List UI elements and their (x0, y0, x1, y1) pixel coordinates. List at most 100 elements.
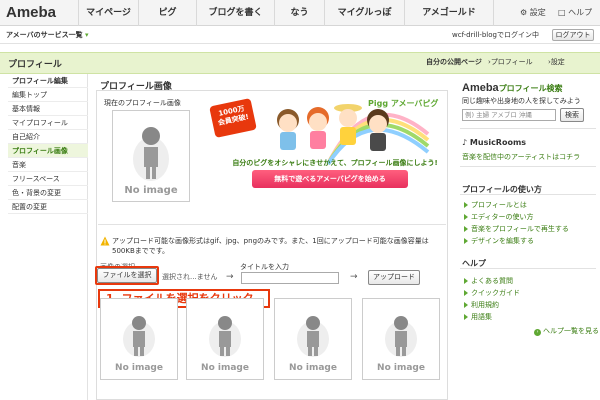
image-slot-3[interactable]: No image (274, 298, 352, 380)
sidebar-heading: プロフィール編集 (8, 74, 88, 88)
gear-icon: ⚙ (520, 8, 528, 17)
nav-write-blog[interactable]: ブログを書く (196, 0, 274, 26)
profile-link[interactable]: ›プロフィール (488, 57, 533, 67)
settings-link[interactable]: ⚙ 設定 (520, 0, 546, 26)
bullet-arrow-icon (464, 314, 468, 320)
title-input[interactable] (241, 272, 339, 284)
no-image-text: No image (124, 185, 178, 196)
nav-pigg[interactable]: ピグ (138, 0, 196, 26)
settings-band-link[interactable]: ›設定 (548, 57, 565, 67)
sidebar-item-basic-info[interactable]: 基本情報 (8, 102, 88, 116)
sidebar-item-profile-image[interactable]: プロフィール画像 (8, 144, 88, 158)
no-image-text: No image (377, 363, 425, 373)
no-image-text: No image (289, 363, 337, 373)
public-page-link[interactable]: 自分の公開ページ (426, 57, 482, 67)
howto-link-1-label: プロフィールとは (471, 201, 527, 209)
sidebar-item-layout[interactable]: 配置の変更 (8, 200, 88, 214)
banner-caption: 自分のピグをオシャレにきせかえて、プロフィール画像にしよう! (232, 159, 438, 167)
bullet-arrow-icon (464, 202, 468, 208)
bullet-arrow-icon (464, 278, 468, 284)
profile-search-title: Amebaプロフィール検索 (462, 82, 563, 94)
help-link-2[interactable]: クイックガイド (464, 288, 520, 298)
file-button-highlight (95, 266, 159, 285)
howto-link-2-label: エディターの使い方 (471, 213, 534, 221)
title-input-label: タイトルを入力 (240, 263, 289, 271)
start-pigg-button[interactable]: 無料で遊べるアメーバピグを始める (252, 170, 408, 188)
search-description: 同じ趣味や出身地の人を探してみよう (462, 97, 581, 105)
help-label: ヘルプ (568, 8, 593, 17)
howto-link-4-label: デザインを編集する (471, 237, 534, 245)
help-link-4[interactable]: 用語集 (464, 312, 492, 322)
settings-label: 設定 (529, 8, 546, 17)
bullet-arrow-icon (464, 214, 468, 220)
divider (460, 194, 596, 195)
help-link-3-label: 利用規約 (471, 301, 499, 309)
logout-button[interactable]: ログアウト (552, 29, 594, 41)
arrow-right-icon: → (350, 272, 358, 282)
help-link-1[interactable]: よくある質問 (464, 276, 513, 286)
howto-link-4[interactable]: デザインを編集する (464, 236, 534, 246)
search-title-brand: Ameba (462, 82, 499, 94)
sidebar-item-my-profile[interactable]: マイプロフィール (8, 116, 88, 130)
no-file-selected-text: 選択され...ません (162, 273, 218, 281)
help-list-label: ヘルプ一覧を見る (543, 327, 599, 335)
nav-ameba-gold[interactable]: アメゴールド (404, 0, 494, 26)
sidebar-item-self-intro[interactable]: 自己紹介 (8, 130, 88, 144)
upload-notice: アップロード可能な画像形式はgif、jpg、pngのみです。また、1回にアップロ… (112, 237, 429, 255)
help-link[interactable]: □ ヘルプ (558, 0, 592, 26)
howto-link-2[interactable]: エディターの使い方 (464, 212, 534, 222)
person-placeholder-icon (209, 316, 241, 357)
person-placeholder-icon (133, 127, 169, 181)
profile-link-label: プロフィール (490, 58, 533, 66)
sidebar-item-music[interactable]: 音楽 (8, 158, 88, 172)
services-menu[interactable]: アメーバのサービス一覧 ▾ (6, 29, 89, 41)
section-title: プロフィール (8, 60, 62, 70)
help-link-4-label: 用語集 (471, 313, 492, 321)
ameba-logo[interactable]: Ameba (6, 4, 56, 21)
sidebar-item-free-space[interactable]: フリースペース (8, 172, 88, 186)
circle-arrow-icon: › (534, 329, 541, 336)
divider (460, 166, 596, 167)
bullet-arrow-icon (464, 290, 468, 296)
settings-band-label: 設定 (550, 58, 565, 66)
howto-link-3-label: 音楽をプロフィールで再生する (471, 225, 569, 233)
divider (460, 268, 596, 269)
help-link-1-label: よくある質問 (471, 277, 513, 285)
current-image-label: 現在のプロフィール画像 (104, 99, 181, 107)
image-slot-4[interactable]: No image (362, 298, 440, 380)
image-slot-1[interactable]: No image (100, 298, 178, 380)
nav-mypage[interactable]: マイページ (78, 0, 138, 26)
help-link-2-label: クイックガイド (471, 289, 520, 297)
sidebar-item-edit-top[interactable]: 編集トップ (8, 88, 88, 102)
search-title-rest: プロフィール検索 (498, 84, 563, 93)
sidebar-item-color-bg[interactable]: 色・背景の変更 (8, 186, 88, 200)
bullet-arrow-icon (464, 226, 468, 232)
divider (460, 128, 596, 129)
person-placeholder-icon (123, 316, 155, 357)
howto-link-3[interactable]: 音楽をプロフィールで再生する (464, 224, 569, 234)
music-rooms-title: ♪ MusicRooms (462, 138, 526, 147)
person-placeholder-icon (385, 316, 417, 357)
no-image-text: No image (115, 363, 163, 373)
profile-search-input[interactable]: 例) 主婦 アメブロ 沖縄 (462, 109, 556, 121)
music-note-icon: ♪ (462, 138, 468, 147)
nav-my-group[interactable]: マイグルっぽ (324, 0, 404, 26)
pigg-logo: Pigg アメーバピグ (368, 99, 439, 108)
nav-now[interactable]: なう (274, 0, 324, 26)
current-profile-image: No image (112, 110, 190, 202)
bullet-arrow-icon (464, 302, 468, 308)
help-list-link[interactable]: › ヘルプ一覧を見る (534, 326, 599, 336)
dropdown-arrow-icon: ▾ (85, 31, 89, 39)
no-image-text: No image (201, 363, 249, 373)
help-icon: □ (558, 8, 566, 17)
music-artists-link[interactable]: 音楽を配信中のアーティストはコチラ (462, 152, 580, 162)
help-link-3[interactable]: 利用規約 (464, 300, 499, 310)
image-slot-2[interactable]: No image (186, 298, 264, 380)
login-status: wcf-drill-blogでログイン中 (452, 31, 539, 39)
upload-button[interactable]: アップロード (368, 270, 420, 285)
howto-link-1[interactable]: プロフィールとは (464, 200, 527, 210)
services-label: アメーバのサービス一覧 (6, 31, 83, 39)
arrow-right-icon: → (226, 272, 234, 282)
search-button[interactable]: 検索 (560, 108, 584, 122)
bullet-arrow-icon (464, 238, 468, 244)
